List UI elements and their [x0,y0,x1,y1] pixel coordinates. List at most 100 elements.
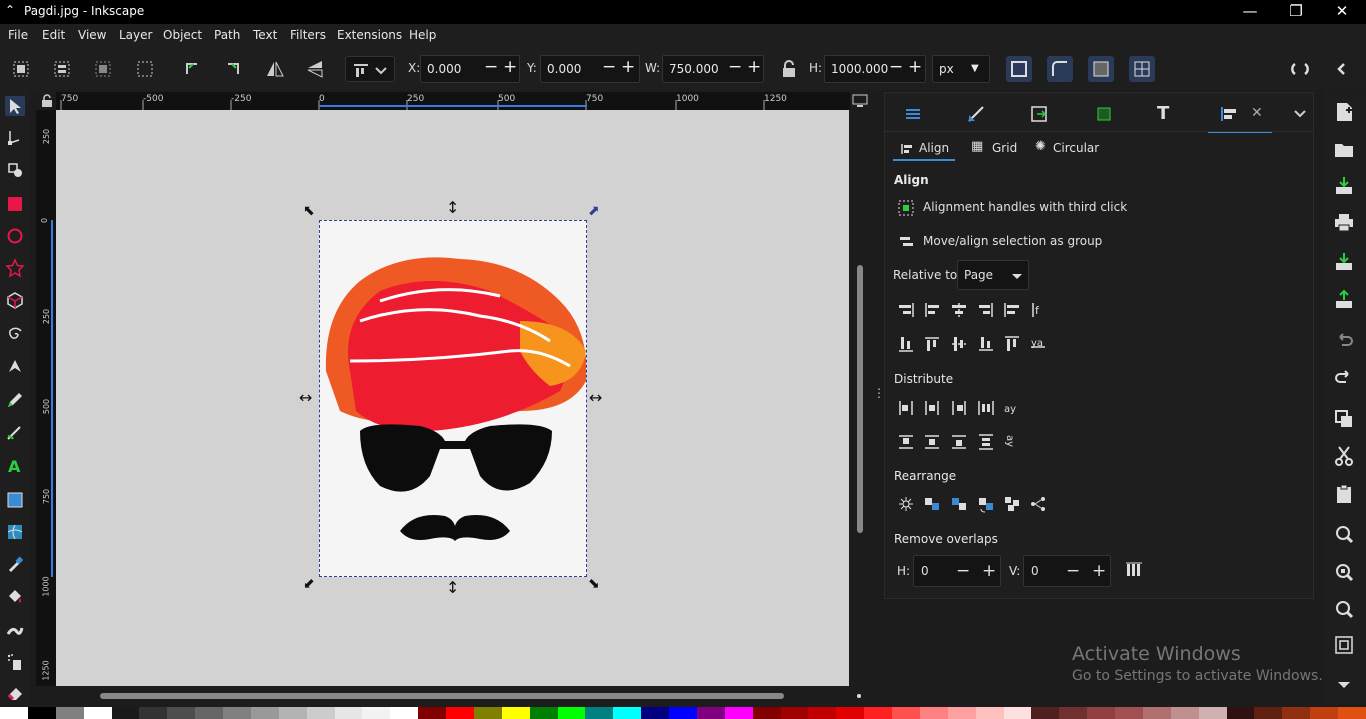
color-swatch[interactable] [55,707,84,719]
color-swatch[interactable] [1226,707,1255,719]
flip-vertical-icon[interactable] [302,56,328,82]
menu-help[interactable]: Help [409,28,436,42]
text-font-dialog-icon[interactable]: T [1157,103,1179,125]
open-document-icon[interactable] [1332,137,1356,161]
color-swatch[interactable] [836,707,865,719]
overlap-h-decrement-button[interactable]: − [956,561,970,581]
vertical-ruler[interactable]: 250 0 250 500 750 1000 1250 [36,110,56,686]
scale-corners-icon[interactable] [1047,56,1073,82]
color-swatch[interactable] [1115,707,1143,719]
dock-menu-chevron-icon[interactable] [1290,103,1310,123]
calligraphy-tool-icon[interactable] [5,422,25,442]
menu-object[interactable]: Object [163,28,202,42]
color-swatch[interactable] [864,707,892,719]
rotate-cw-icon[interactable] [220,56,246,82]
align-center-horizontal-axis-icon[interactable] [950,335,968,353]
align-top-to-bottom-icon[interactable] [1003,335,1021,353]
exchange-stacking-order-icon[interactable] [950,495,968,513]
selected-image[interactable] [319,220,587,577]
color-swatch[interactable] [167,707,196,719]
distribute-baselines-vertical-icon[interactable]: ay [1003,433,1021,451]
color-swatch[interactable] [418,707,446,719]
exchange-selection-order-icon[interactable] [923,495,941,513]
ellipse-tool-icon[interactable] [5,226,25,246]
distribute-baselines-horizontal-icon[interactable]: ay [1003,399,1021,417]
tab-circular[interactable]: ✺ Circular [1035,137,1105,161]
select-all-layers-icon[interactable] [49,56,75,82]
randomize-positions-icon[interactable] [1003,495,1021,513]
color-swatch[interactable] [780,707,809,719]
print-icon[interactable] [1332,210,1356,234]
display-mode-icon[interactable] [852,94,868,108]
mesh-tool-icon[interactable] [5,522,25,542]
close-tab-icon[interactable]: ✕ [1251,105,1263,121]
menu-filters[interactable]: Filters [290,28,326,42]
color-swatch[interactable] [641,707,669,719]
distribute-gaps-horizontal-icon[interactable] [977,399,995,417]
new-document-icon[interactable] [1332,100,1356,124]
color-swatch[interactable] [1142,707,1171,719]
fill-stroke-dialog-icon[interactable] [965,103,987,125]
color-palette[interactable] [0,707,1366,719]
menu-edit[interactable]: Edit [42,28,65,42]
align-left-to-right-icon[interactable] [1003,301,1021,319]
spiral-tool-icon[interactable] [5,324,25,344]
text-tool-icon[interactable]: A [5,456,25,476]
canvas[interactable]: ⬉ ↕ ⬈ ↔ ↔ ⬋ ↕ ⬊ [56,110,849,686]
color-swatch[interactable] [139,707,168,719]
pen-tool-icon[interactable] [5,356,25,376]
exchange-clockwise-icon[interactable] [977,495,995,513]
scale-stroke-icon[interactable] [1006,56,1032,82]
zoom-selection-icon[interactable] [1332,522,1356,546]
align-top-icon[interactable] [923,335,941,353]
w-increment-button[interactable]: + [747,57,761,77]
distribute-gaps-vertical-icon[interactable] [977,433,995,451]
color-swatch[interactable] [752,707,781,719]
color-swatch[interactable] [696,707,725,719]
color-swatch[interactable] [1087,707,1115,719]
align-left-icon[interactable] [923,301,941,319]
relative-to-dropdown[interactable]: Page [957,260,1029,290]
dropper-tool-icon[interactable] [5,554,25,574]
redo-icon[interactable] [1332,366,1356,390]
color-swatch[interactable] [1254,707,1283,719]
align-text-baseline-icon[interactable]: f [1029,301,1047,319]
color-swatch[interactable] [1338,707,1366,719]
menu-view[interactable]: View [78,28,106,42]
cut-icon[interactable] [1332,444,1356,468]
scale-handle-icon[interactable]: ↔ [589,388,602,407]
h-increment-button[interactable]: + [908,57,922,77]
align-center-vertical-axis-icon[interactable] [950,301,968,319]
lock-ratio-icon[interactable] [776,56,802,82]
horizontal-ruler[interactable]: 750 -500 -250 0 250 500 750 1000 1250 [56,92,850,110]
tab-align[interactable]: Align [893,137,955,161]
distribute-bottom-edges-icon[interactable] [950,433,968,451]
layers-dialog-icon[interactable] [902,103,924,125]
color-swatch[interactable] [1059,707,1088,719]
color-swatch[interactable] [919,707,948,719]
horizontal-scrollbar[interactable] [56,686,861,704]
align-bottom-icon[interactable] [977,335,995,353]
scale-handle-icon[interactable]: ↕ [446,578,459,597]
zoom-page-icon[interactable] [1332,597,1356,621]
star-tool-icon[interactable] [5,258,25,278]
unclump-icon[interactable] [1029,495,1047,513]
color-swatch[interactable] [1031,707,1060,719]
color-swatch[interactable] [390,707,419,719]
color-swatch[interactable] [250,707,279,719]
tab-grid[interactable]: ▦ Grid [971,137,1021,161]
eraser-tool-icon[interactable] [5,682,25,702]
node-tool-icon[interactable] [5,128,25,148]
select-all-icon[interactable] [8,56,34,82]
y-decrement-button[interactable]: − [602,57,616,77]
distribute-left-edges-icon[interactable] [897,399,915,417]
color-swatch[interactable] [613,707,642,719]
y-increment-button[interactable]: + [621,57,635,77]
dock-handle[interactable]: ⋮ [873,387,885,408]
zoom-fit-icon[interactable] [1332,633,1356,657]
more-commands-chevron-icon[interactable] [1332,672,1356,696]
color-swatch[interactable] [669,707,697,719]
color-swatch[interactable] [27,707,56,719]
align-bottom-to-top-icon[interactable] [897,335,915,353]
rearrange-graph-icon[interactable] [897,495,915,513]
